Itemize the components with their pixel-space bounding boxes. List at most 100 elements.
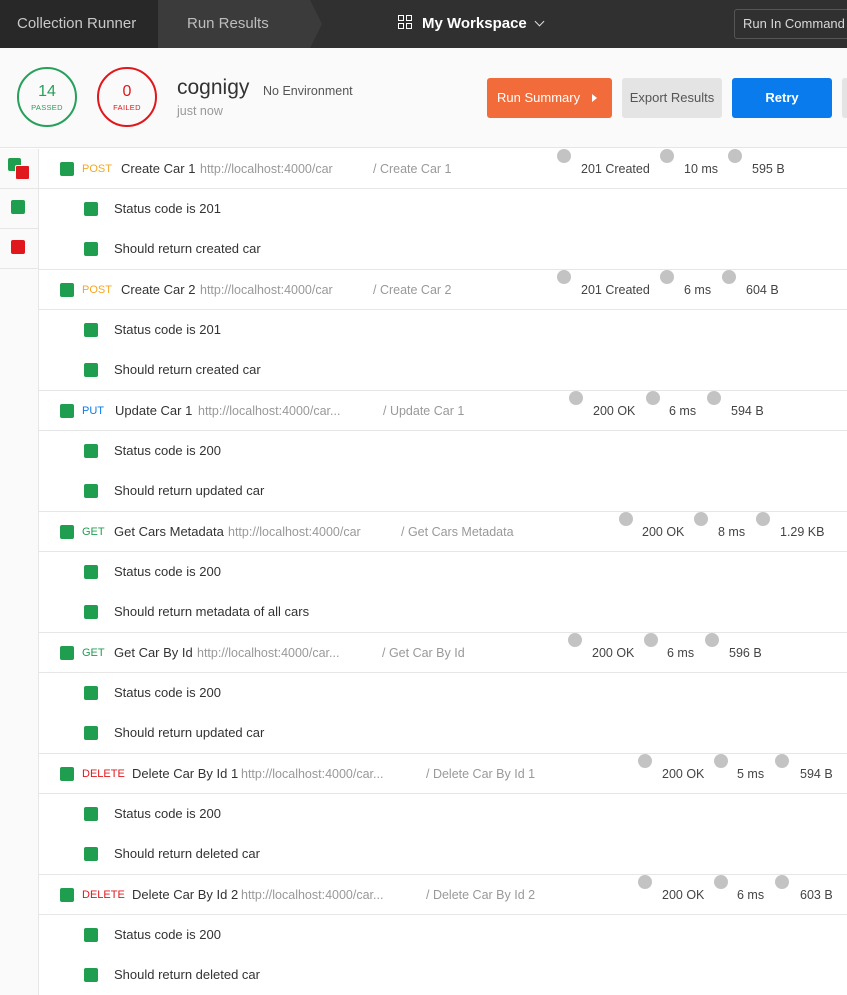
status-dot-icon (619, 512, 633, 526)
size-dot-icon (707, 391, 721, 405)
top-nav-bar: Collection Runner Run Results My Workspa… (0, 0, 847, 48)
request-row[interactable]: DELETE Delete Car By Id 2 http://localho… (39, 875, 847, 915)
request-url: http://localhost:4000/car... (197, 646, 340, 660)
request-method: PUT (82, 405, 104, 417)
request-path: / Update Car 1 (383, 404, 465, 418)
tab-run-results[interactable]: Run Results (158, 0, 310, 48)
request-path: / Create Car 1 (373, 162, 452, 176)
pass-square-icon (60, 162, 74, 176)
pass-square-icon (84, 202, 98, 216)
request-name[interactable]: Delete Car By Id 2 (132, 875, 238, 915)
response-size: 603 B (800, 888, 833, 902)
test-name: Should return created car (114, 241, 261, 256)
test-name: Status code is 201 (114, 322, 221, 337)
response-time: 6 ms (737, 888, 765, 902)
pass-square-icon (84, 726, 98, 740)
breadcrumb-separator (310, 0, 322, 48)
run-summary-button[interactable]: Run Summary (487, 78, 612, 118)
status-dot-icon (638, 875, 652, 889)
pass-square-icon (84, 847, 98, 861)
tab-collection-runner[interactable]: Collection Runner (0, 0, 158, 48)
request-name[interactable]: Get Cars Metadata (114, 512, 224, 552)
time-dot-icon (714, 754, 728, 768)
time-dot-icon (646, 391, 660, 405)
workspace-grid-icon (398, 15, 413, 30)
size-dot-icon (756, 512, 770, 526)
request-name[interactable]: Update Car 1 (115, 391, 192, 431)
pass-square-icon (84, 605, 98, 619)
workspace-switcher[interactable]: My Workspace (398, 0, 545, 48)
run-timestamp: just now (177, 104, 223, 118)
test-row: Should return deleted car (39, 834, 847, 874)
passed-label: PASSED (31, 103, 63, 112)
request-path: / Delete Car By Id 2 (426, 888, 536, 902)
response-size: 604 B (746, 283, 779, 297)
response-size: 595 B (752, 162, 785, 176)
failed-count: 0 (122, 83, 132, 100)
run-summary-header: 14 PASSED 0 FAILED cognigy No Environmen… (0, 48, 847, 148)
response-status: 201 Created (581, 283, 650, 297)
pass-square-icon (84, 323, 98, 337)
failed-counter[interactable]: 0 FAILED (97, 67, 157, 127)
request-row[interactable]: POST Create Car 1 http://localhost:4000/… (39, 149, 847, 189)
request-group: GET Get Cars Metadata http://localhost:4… (39, 512, 847, 633)
request-row[interactable]: GET Get Cars Metadata http://localhost:4… (39, 512, 847, 552)
passed-count: 14 (38, 83, 56, 100)
request-row[interactable]: GET Get Car By Id http://localhost:4000/… (39, 633, 847, 673)
passed-counter[interactable]: 14 PASSED (17, 67, 77, 127)
pass-square-icon (60, 525, 74, 539)
request-row[interactable]: DELETE Delete Car By Id 1 http://localho… (39, 754, 847, 794)
pass-square-icon (84, 968, 98, 982)
more-options-button[interactable] (842, 78, 847, 118)
request-name[interactable]: Get Car By Id (114, 633, 193, 673)
response-time: 8 ms (718, 525, 746, 539)
pass-square-icon (84, 484, 98, 498)
test-name: Status code is 200 (114, 806, 221, 821)
test-row: Status code is 200 (39, 794, 847, 834)
request-row[interactable]: POST Create Car 2 http://localhost:4000/… (39, 270, 847, 310)
test-name: Should return updated car (114, 483, 265, 498)
response-status: 200 OK (662, 888, 705, 902)
size-dot-icon (722, 270, 736, 284)
status-dot-icon (557, 270, 571, 284)
test-name: Should return metadata of all cars (114, 604, 310, 619)
response-time: 10 ms (684, 162, 719, 176)
response-time: 6 ms (667, 646, 695, 660)
response-time: 6 ms (669, 404, 697, 418)
pass-square-icon (84, 565, 98, 579)
filter-all-button[interactable] (0, 149, 38, 189)
workspace-name: My Workspace (422, 15, 527, 32)
request-group: POST Create Car 1 http://localhost:4000/… (39, 149, 847, 270)
request-name[interactable]: Create Car 2 (121, 270, 195, 310)
request-name[interactable]: Create Car 1 (121, 149, 195, 189)
test-row: Status code is 200 (39, 431, 847, 471)
export-results-button[interactable]: Export Results (622, 78, 722, 118)
response-status: 200 OK (593, 404, 636, 418)
test-row: Should return created car (39, 229, 847, 269)
pass-square-icon (60, 767, 74, 781)
request-url: http://localhost:4000/car... (198, 404, 341, 418)
pass-square-icon (11, 200, 25, 214)
request-group: DELETE Delete Car By Id 1 http://localho… (39, 754, 847, 875)
run-summary-label: Run Summary (497, 90, 581, 105)
request-group: DELETE Delete Car By Id 2 http://localho… (39, 875, 847, 995)
test-name: Status code is 200 (114, 927, 221, 942)
request-name[interactable]: Delete Car By Id 1 (132, 754, 238, 794)
run-in-command-line-button[interactable]: Run In Command Line (734, 9, 847, 39)
fail-square-icon (11, 240, 25, 254)
time-dot-icon (714, 875, 728, 889)
status-dot-icon (638, 754, 652, 768)
request-url: http://localhost:4000/car... (241, 888, 384, 902)
filter-failed-button[interactable] (0, 229, 38, 269)
time-dot-icon (660, 270, 674, 284)
request-row[interactable]: PUT Update Car 1 http://localhost:4000/c… (39, 391, 847, 431)
request-group: GET Get Car By Id http://localhost:4000/… (39, 633, 847, 754)
request-method: POST (82, 163, 112, 175)
request-group: PUT Update Car 1 http://localhost:4000/c… (39, 391, 847, 512)
filter-passed-button[interactable] (0, 189, 38, 229)
request-method: DELETE (82, 768, 125, 780)
pass-square-icon (84, 444, 98, 458)
retry-button[interactable]: Retry (732, 78, 832, 118)
request-url: http://localhost:4000/car (200, 162, 333, 176)
response-size: 594 B (800, 767, 833, 781)
